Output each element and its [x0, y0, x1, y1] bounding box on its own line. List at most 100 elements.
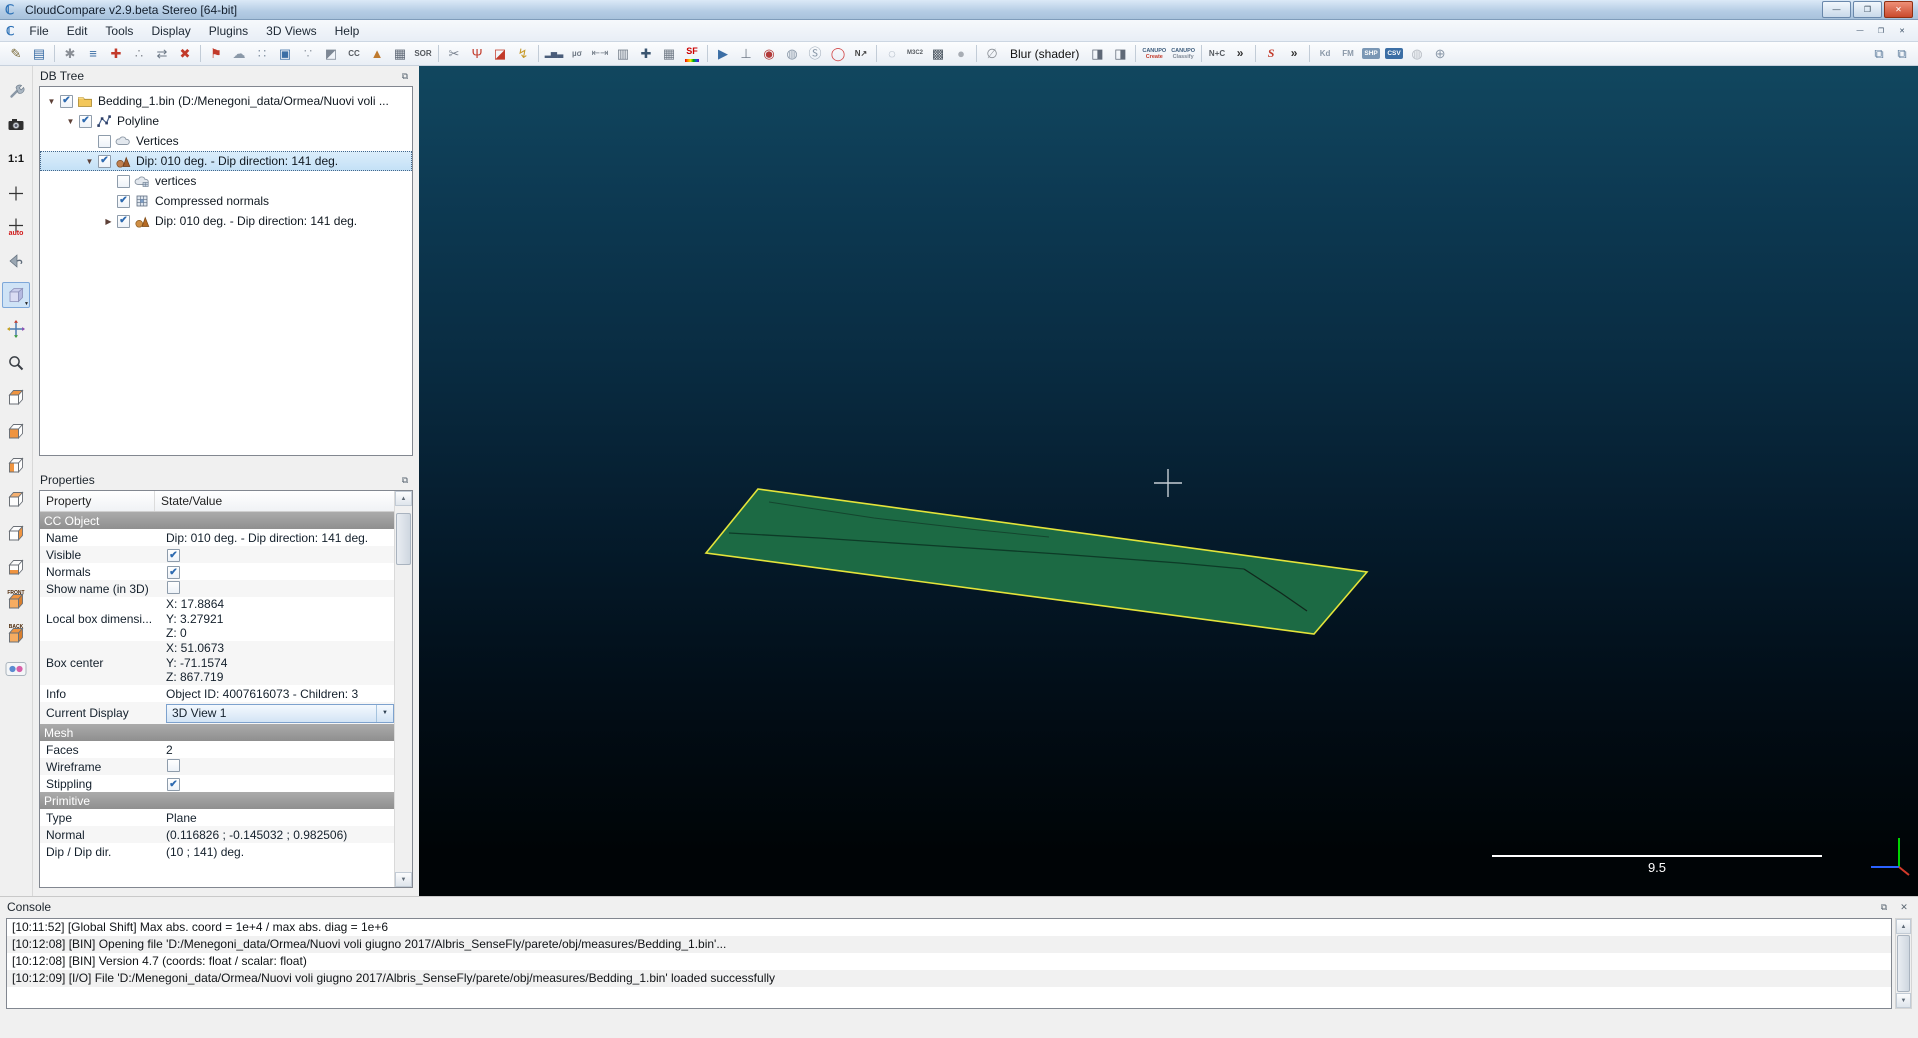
toolbar-overflow-1[interactable]: »	[1229, 44, 1251, 64]
prop-checkbox[interactable]: ✔	[167, 778, 180, 792]
console-title-bar[interactable]: Console ⧉ ✕	[0, 897, 1918, 917]
toolbar-fast-registration[interactable]: ↯	[512, 44, 534, 64]
toolbar-cross-section[interactable]: ✂	[443, 44, 465, 64]
toolbar-point-list-picking[interactable]: ∷	[251, 44, 273, 64]
toolbar-plumb[interactable]: ⊥	[735, 44, 757, 64]
toolbar-rgb-filter[interactable]: ▩	[927, 44, 949, 64]
console-log[interactable]: [10:11:52] [Global Shift] Max abs. coord…	[6, 918, 1892, 1009]
tree-item-checkbox[interactable]: ✔	[60, 94, 73, 108]
menu-tools[interactable]: Tools	[96, 21, 142, 41]
toolbar-pcv[interactable]: ●	[950, 44, 972, 64]
db-tree[interactable]: ▼ ✔ Bedding_1.bin (D:/Menegoni_data/Ormea/…	[39, 86, 413, 456]
screenshot[interactable]	[2, 112, 30, 138]
current-display-combobox[interactable]: 3D View 1 ▼	[166, 703, 394, 723]
toolbar-c2c-distance[interactable]: CC	[343, 44, 365, 64]
mdi-restore-button[interactable]: ❐	[1872, 23, 1890, 39]
toolbar-render-effect-1[interactable]: ◨	[1086, 44, 1108, 64]
stereo-glasses[interactable]	[2, 656, 30, 682]
toolbar-csv-export[interactable]: CSV	[1383, 44, 1405, 64]
scroll-down-icon[interactable]: ▼	[395, 872, 412, 887]
toolbar-gaussian-filter[interactable]: µσ	[566, 44, 588, 64]
toolbar-dock-2[interactable]: ⧉	[1891, 44, 1913, 64]
toolbar-interpolate[interactable]: ◩	[320, 44, 342, 64]
toolbar-compass[interactable]: ◉	[758, 44, 780, 64]
toolbar-m3c2[interactable]: M3C2	[904, 44, 926, 64]
menu-help[interactable]: Help	[326, 21, 369, 41]
properties-scrollbar[interactable]: ▲ ▼	[394, 491, 412, 887]
view-left[interactable]	[2, 452, 30, 478]
zoom-1-1[interactable]: 1:1	[2, 146, 30, 172]
tree-item-checkbox[interactable]	[117, 174, 130, 188]
toolbar-canupo-classify[interactable]: CANUPO Classify	[1169, 44, 1197, 64]
toolbar-mesh-delaunay[interactable]: ▲	[366, 44, 388, 64]
toolbar-animation[interactable]: ▶	[712, 44, 734, 64]
toolbar-cloud-sampling[interactable]: ☁	[228, 44, 250, 64]
toolbar-north-arrow[interactable]: N↗	[850, 44, 872, 64]
expand-arrow-icon[interactable]: ▼	[82, 157, 97, 166]
view-right[interactable]	[2, 520, 30, 546]
expand-arrow-icon[interactable]: ▼	[44, 97, 59, 106]
toolbar-sphere[interactable]: ◍	[1406, 44, 1428, 64]
toolbar-sf-projection[interactable]: Ⓢ	[804, 44, 826, 64]
minimize-button[interactable]: —	[1822, 1, 1851, 18]
tree-item-bedding-1-bin-d-menegoni-data-[interactable]: ▼ ✔ Bedding_1.bin (D:/Menegoni_data/Ormea/…	[40, 91, 412, 111]
toolbar-display-settings[interactable]: ✱	[59, 44, 81, 64]
maximize-button[interactable]: ❐	[1853, 1, 1882, 18]
tree-item-checkbox[interactable]: ✔	[79, 114, 92, 128]
prop-checkbox[interactable]: ✔	[167, 566, 180, 580]
toolbar-rasterize[interactable]: ▦	[389, 44, 411, 64]
db-tree-title-bar[interactable]: DB Tree ⧉	[33, 66, 419, 86]
prop-checkbox[interactable]: ✔	[167, 549, 180, 563]
global-zoom[interactable]: ▼	[2, 282, 30, 308]
toolbar-clone[interactable]: ⇄	[151, 44, 173, 64]
tree-item-checkbox[interactable]: ✔	[117, 194, 130, 208]
toolbar-subsample[interactable]: ∵	[297, 44, 319, 64]
pivot-rotation-mode[interactable]	[2, 316, 30, 342]
toolbar-shader-off[interactable]: ∅	[981, 44, 1003, 64]
toolbar-clipping-box[interactable]: ▣	[274, 44, 296, 64]
toolbar-filter-by-value[interactable]: ▥	[612, 44, 634, 64]
toolbar-save[interactable]: ▤	[28, 44, 50, 64]
view-back[interactable]	[2, 486, 30, 512]
toolbar-sf-calculator[interactable]: ▦	[658, 44, 680, 64]
tree-item-vertices[interactable]: vertices	[40, 171, 412, 191]
toolbar-delete[interactable]: ✖	[174, 44, 196, 64]
tree-item-compressed-normals[interactable]: ✔ Compressed normals	[40, 191, 412, 211]
scroll-up-icon[interactable]: ▲	[1896, 919, 1911, 934]
toolbar-point-picking[interactable]: ⚑	[205, 44, 227, 64]
tree-item-checkbox[interactable]: ✔	[117, 214, 130, 228]
set-pivot[interactable]	[2, 180, 30, 206]
properties-float-icon[interactable]: ⧉	[398, 474, 412, 487]
toolbar-canupo-create[interactable]: CANUPO Create	[1140, 44, 1168, 64]
tree-item-checkbox[interactable]	[98, 134, 111, 148]
toolbar-open[interactable]: ✎	[5, 44, 27, 64]
toolbar-dock-1[interactable]: ⧉	[1868, 44, 1890, 64]
title-bar[interactable]: ℂ CloudCompare v2.9.beta Stereo [64-bit]…	[0, 0, 1918, 20]
expand-arrow-icon[interactable]: ▼	[63, 117, 78, 126]
toolbar-facets[interactable]: ◍	[781, 44, 803, 64]
tree-item-vertices[interactable]: Vertices	[40, 131, 412, 151]
tree-item-checkbox[interactable]: ✔	[98, 154, 111, 168]
view-bottom[interactable]	[2, 554, 30, 580]
plane-mesh[interactable]	[704, 488, 1369, 635]
toolbar-render-effect-2[interactable]: ◨	[1109, 44, 1131, 64]
toolbar-sf-colors[interactable]: SF	[681, 44, 703, 64]
view-iso-back[interactable]: BACK	[2, 622, 30, 648]
display-options[interactable]	[2, 78, 30, 104]
toolbar-apply-transformation[interactable]: ✚	[105, 44, 127, 64]
console-close-icon[interactable]: ✕	[1897, 901, 1911, 914]
toolbar-polyline-tracer[interactable]: S	[1260, 44, 1282, 64]
menu-plugins[interactable]: Plugins	[200, 21, 257, 41]
menu-file[interactable]: File	[20, 21, 57, 41]
properties-title-bar[interactable]: Properties ⧉	[33, 470, 419, 490]
view-front[interactable]	[2, 418, 30, 444]
mdi-child-icon[interactable]: ℂ	[6, 24, 14, 38]
properties-table[interactable]: Property State/Value CC Object Name Dip: 0…	[39, 490, 413, 888]
default-view[interactable]	[2, 248, 30, 274]
toolbar-pick-points[interactable]: ∴	[128, 44, 150, 64]
view-iso-front[interactable]: FRONT	[2, 588, 30, 614]
tree-item-dip-010-deg-dip-direction-141-[interactable]: ▼ ✔ Dip: 010 deg. - Dip direction: 141 deg…	[40, 151, 412, 171]
menu-edit[interactable]: Edit	[58, 21, 97, 41]
menu-display[interactable]: Display	[142, 21, 199, 41]
toolbar-histogram[interactable]: ▂▅▃	[543, 44, 565, 64]
